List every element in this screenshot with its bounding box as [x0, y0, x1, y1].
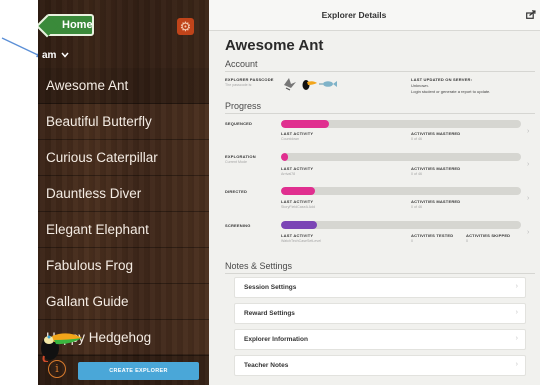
notes-section-title: Notes & Settings — [225, 261, 293, 271]
progress-fill — [281, 187, 315, 195]
activities-tested-label: ACTIVITIES TESTED — [411, 233, 454, 238]
page-title: Explorer Details — [321, 10, 387, 20]
reward-settings-row[interactable]: Reward Settings › — [234, 303, 526, 324]
toucan-mascot-icon — [41, 333, 82, 362]
passcode-icons — [284, 78, 337, 91]
chevron-right-icon: › — [527, 128, 530, 135]
home-button-label: Home — [62, 19, 93, 31]
activities-mastered-value: 0 of 46 — [411, 137, 422, 141]
activities-tested-value: 0 — [411, 239, 413, 243]
last-activity-label: LAST ACTIVITY — [281, 199, 314, 204]
chevron-right-icon: › — [515, 335, 518, 342]
top-bar: Explorer Details — [209, 0, 540, 31]
teacher-notes-row[interactable]: Teacher Notes › — [234, 355, 526, 376]
fish-icon — [319, 81, 337, 87]
activities-mastered-label: ACTIVITIES MASTERED — [411, 166, 461, 171]
row-label: Teacher Notes — [244, 362, 289, 369]
explorer-name: Awesome Ant — [225, 37, 324, 54]
chevron-right-icon: › — [515, 283, 518, 290]
divider — [225, 273, 535, 274]
last-activity-value: Arrival78 — [281, 172, 296, 176]
progress-name: SCREENING — [225, 223, 251, 228]
activities-skipped-label: ACTIVITIES SKIPPED — [466, 233, 511, 238]
chevron-right-icon: › — [527, 229, 530, 236]
explorer-list-item[interactable]: Elegant Elephant — [38, 212, 209, 248]
toucan-icon — [302, 80, 317, 90]
passcode-sub: The passcode is: — [225, 83, 253, 87]
chevron-right-icon: › — [527, 161, 530, 168]
explorer-list-item[interactable]: Gallant Guide — [38, 284, 209, 320]
explorer-details-panel: Explorer Details Awesome Ant Account EXP… — [209, 0, 540, 385]
explorer-list-item[interactable]: Fabulous Frog — [38, 248, 209, 284]
progress-section-title: Progress — [225, 101, 262, 111]
last-activity-label: LAST ACTIVITY — [281, 166, 314, 171]
activities-mastered-label: ACTIVITIES MASTERED — [411, 131, 461, 136]
explorer-list-item[interactable]: Beautiful Butterfly — [38, 104, 209, 140]
divider — [225, 71, 535, 72]
row-label: Session Settings — [244, 284, 297, 291]
create-explorer-button[interactable]: CREATE EXPLORER — [78, 362, 199, 380]
progress-name: DIRECTED — [225, 189, 248, 194]
activities-mastered-label: ACTIVITIES MASTERED — [411, 199, 461, 204]
progress-fill — [281, 221, 317, 229]
last-activity-value: StoryFieldCaseA Add — [281, 205, 315, 209]
chevron-right-icon: › — [515, 309, 518, 316]
sidebar-header: Home ⚙ am — [38, 0, 209, 68]
row-label: Reward Settings — [244, 310, 295, 317]
last-activity-label: LAST ACTIVITY — [281, 131, 314, 136]
export-icon[interactable] — [526, 10, 536, 19]
progress-bar — [281, 187, 521, 195]
bird-icon — [284, 78, 296, 91]
progress-fill — [281, 120, 329, 128]
progress-bar — [281, 153, 521, 161]
progress-fill — [281, 153, 289, 161]
last-activity-value: WatchTechCaseSetLevel — [281, 239, 322, 243]
explorer-list-item[interactable]: Awesome Ant — [38, 68, 209, 104]
chevron-right-icon: › — [515, 361, 518, 368]
filter-dropdown[interactable]: am — [42, 50, 69, 61]
gear-icon[interactable]: ⚙ — [177, 18, 194, 35]
last-activity-value: Countdown — [281, 137, 300, 141]
progress-name: SEQUENCED — [225, 121, 253, 126]
chevron-down-icon — [61, 52, 69, 58]
passcode-label: EXPLORER PASSCODE — [225, 77, 274, 82]
activities-skipped-value: 0 — [466, 239, 468, 243]
activities-mastered-value: 0 of 46 — [411, 172, 422, 176]
last-updated-value: Unknown. — [411, 83, 429, 88]
divider — [225, 113, 535, 114]
last-activity-label: LAST ACTIVITY — [281, 233, 314, 238]
progress-bar — [281, 120, 521, 128]
progress-bar — [281, 221, 521, 229]
session-settings-row[interactable]: Session Settings › — [234, 277, 526, 298]
explorer-information-row[interactable]: Explorer Information › — [234, 329, 526, 350]
home-button[interactable]: Home — [46, 14, 94, 36]
chevron-right-icon: › — [527, 195, 530, 202]
info-icon[interactable]: i — [48, 360, 66, 378]
explorer-list: Awesome Ant Beautiful Butterfly Curious … — [38, 68, 209, 356]
account-section-title: Account — [225, 59, 258, 69]
explorer-list-item[interactable]: Curious Caterpillar — [38, 140, 209, 176]
filter-label: am — [42, 50, 57, 61]
row-label: Explorer Information — [244, 336, 308, 343]
progress-sub: Current Mode — [225, 160, 247, 164]
explorer-list-item[interactable]: Dauntless Diver — [38, 176, 209, 212]
last-updated-label: LAST UPDATED ON SERVER: — [411, 77, 473, 82]
progress-name: EXPLORATION — [225, 154, 256, 159]
last-updated-note: Login student or generate a report to up… — [411, 89, 491, 94]
activities-mastered-value: 0 of 46 — [411, 205, 422, 209]
